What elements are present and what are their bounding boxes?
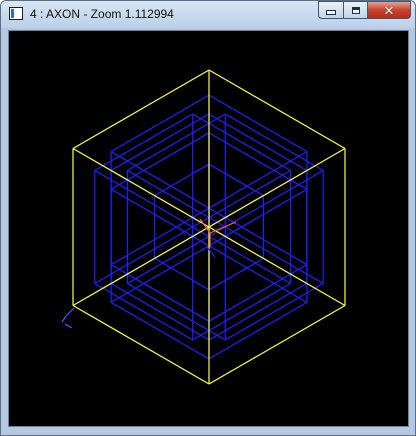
- inner-cube-edge: [110, 151, 210, 209]
- inner-cube-edge: [208, 113, 308, 172]
- ucs-line: [61, 315, 67, 323]
- inner-cube-edge: [127, 169, 226, 228]
- inner-cube-edge: [110, 94, 210, 153]
- inner-core-edge: [208, 163, 264, 197]
- outer-cube-edge: [208, 69, 346, 150]
- app-window: 4 : AXON - Zoom 1.112994 ✕: [0, 0, 416, 436]
- outer-cube-edge: [72, 226, 210, 307]
- maximize-button[interactable]: [343, 1, 368, 19]
- inner-cube-edge: [225, 282, 324, 341]
- inner-cube-edge: [208, 207, 308, 266]
- close-icon: ✕: [383, 2, 395, 18]
- inner-core-edge: [154, 257, 210, 291]
- inner-cube-edge: [127, 226, 226, 285]
- ucs-line: [65, 307, 75, 317]
- inner-cube-edge: [110, 301, 210, 360]
- outer-cube-edge: [208, 147, 346, 228]
- inner-cube-edge: [127, 282, 226, 341]
- inner-core-edge: [154, 163, 210, 197]
- inner-cube-edge: [110, 207, 210, 266]
- outer-cube-edge: [208, 226, 346, 307]
- app-icon[interactable]: [9, 7, 23, 20]
- inner-cube-edge: [110, 245, 210, 303]
- inner-cube-edge: [192, 226, 291, 285]
- inner-cube-edge: [94, 113, 193, 172]
- inner-cube-edge: [208, 282, 308, 341]
- ucs-line: [64, 323, 73, 329]
- axon-viewport[interactable]: [8, 30, 409, 427]
- inner-cube-edge: [225, 113, 324, 172]
- inner-cube-edge: [208, 151, 308, 209]
- inner-cube-edge: [192, 282, 291, 341]
- inner-cube-edge: [94, 169, 193, 228]
- inner-core-edge: [208, 257, 264, 291]
- inner-cube-edge: [225, 169, 324, 228]
- inner-cube-edge: [192, 169, 291, 228]
- inner-cube-edge: [110, 113, 210, 172]
- maximize-icon: [351, 6, 360, 14]
- inner-cube-edge: [208, 94, 308, 153]
- inner-cube-edge: [94, 282, 193, 341]
- inner-cube-edge: [208, 301, 308, 360]
- minimize-button[interactable]: [318, 1, 344, 19]
- inner-cube-edge: [208, 245, 308, 303]
- wireframe-canvas: [61, 69, 346, 385]
- inner-cube-edge: [110, 264, 210, 322]
- outer-cube-wireframe: [72, 69, 346, 385]
- outer-cube-edge: [72, 147, 210, 228]
- inner-cube-edge: [208, 132, 308, 190]
- outer-cube-edge: [208, 304, 346, 385]
- title-bar[interactable]: 4 : AXON - Zoom 1.112994 ✕: [1, 1, 415, 28]
- inner-cube-edge: [127, 113, 226, 172]
- outer-cube-edge: [72, 304, 210, 385]
- outer-cube-edge: [72, 69, 210, 150]
- inner-cube-edge: [94, 226, 193, 285]
- minimize-icon: [326, 10, 336, 15]
- ucs-icon: [61, 307, 75, 329]
- inner-cube-edge: [110, 282, 210, 341]
- inner-cube-edge: [208, 188, 308, 247]
- inner-cube-edge: [110, 132, 210, 190]
- inner-cube-edge: [192, 113, 291, 172]
- close-button[interactable]: ✕: [367, 1, 411, 19]
- inner-cube-edge: [225, 226, 324, 285]
- inner-cube-edge: [208, 264, 308, 322]
- inner-cube-edge: [110, 188, 210, 247]
- window-title: 4 : AXON - Zoom 1.112994: [30, 7, 174, 21]
